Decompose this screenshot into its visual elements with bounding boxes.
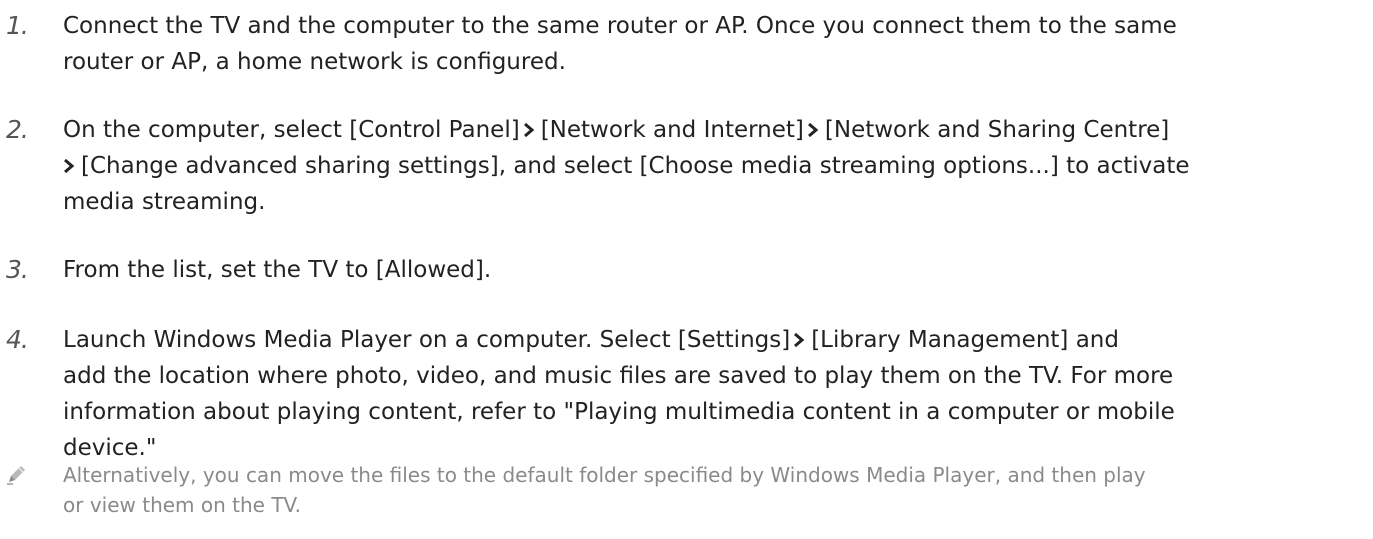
step-text-segment: [Network and Internet] <box>540 117 804 143</box>
step-line: On the computer, select [Control Panel] [… <box>63 112 1358 148</box>
step-line: From the list, set the TV to [Allowed]. <box>63 252 1358 288</box>
step-text-segment: information about playing content, refer… <box>63 399 1175 425</box>
step-number: 2. <box>6 115 29 144</box>
step-text-segment: add the location where photo, video, and… <box>63 363 1174 389</box>
step-text-segment: router or AP, a home network is configur… <box>63 49 566 75</box>
note-line: Alternatively, you can move the files to… <box>63 463 1146 487</box>
step-text-segment: Connect the TV and the computer to the s… <box>63 13 1177 39</box>
step-line: Launch Windows Media Player on a compute… <box>63 322 1358 358</box>
chevron-right-icon <box>807 122 819 138</box>
step-text: On the computer, select [Control Panel] [… <box>63 112 1358 220</box>
note-text: Alternatively, you can move the files to… <box>63 460 1363 520</box>
step-line: add the location where photo, video, and… <box>63 358 1358 394</box>
step-line: Connect the TV and the computer to the s… <box>63 8 1358 44</box>
step-text-segment: device." <box>63 435 157 461</box>
step-text-segment: [Library Management] and <box>811 327 1119 353</box>
step-text: Launch Windows Media Player on a compute… <box>63 322 1358 466</box>
step-line: router or AP, a home network is configur… <box>63 44 1358 80</box>
step-text: Connect the TV and the computer to the s… <box>63 8 1358 80</box>
step-number: 1. <box>6 11 29 40</box>
step-text-segment: [Change advanced sharing settings], and … <box>81 153 1190 179</box>
step-line: media streaming. <box>63 184 1358 220</box>
chevron-right-icon <box>63 158 75 174</box>
pencil-icon <box>5 464 27 490</box>
step-number: 4. <box>6 325 29 354</box>
step-line: [Change advanced sharing settings], and … <box>63 148 1358 184</box>
step-line: information about playing content, refer… <box>63 394 1358 430</box>
chevron-right-icon <box>523 122 535 138</box>
step-text: From the list, set the TV to [Allowed]. <box>63 252 1358 288</box>
step-text-segment: On the computer, select [Control Panel] <box>63 117 520 143</box>
step-text-segment: From the list, set the TV to [Allowed]. <box>63 257 492 283</box>
step-text-segment: Launch Windows Media Player on a compute… <box>63 327 791 353</box>
step-text-segment: [Network and Sharing Centre] <box>824 117 1170 143</box>
note-line: or view them on the TV. <box>63 493 302 517</box>
chevron-right-icon <box>793 332 805 348</box>
step-number: 3. <box>6 255 29 284</box>
step-text-segment: media streaming. <box>63 189 266 215</box>
